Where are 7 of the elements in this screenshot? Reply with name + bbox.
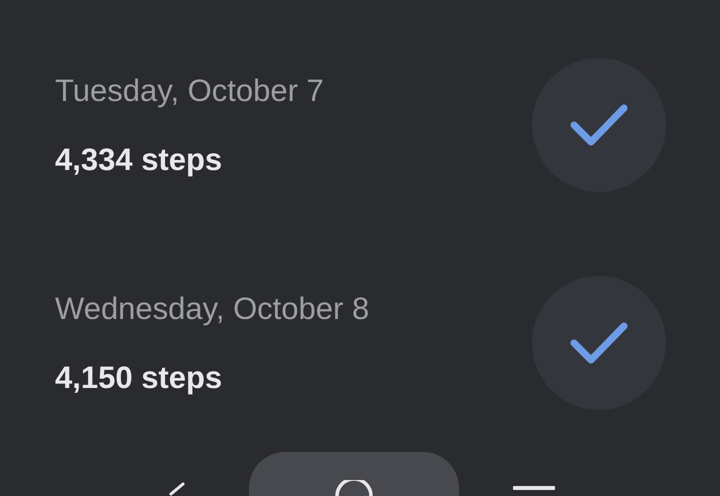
checkmark-icon (570, 321, 628, 365)
step-count: 4,334 steps (55, 140, 224, 178)
checkmark-icon (570, 103, 628, 147)
recents-icon[interactable] (513, 486, 555, 490)
day-date: Tuesday, October 7 (55, 72, 324, 110)
day-date: Wednesday, October 8 (55, 290, 370, 328)
step-count: 4,150 steps (55, 358, 224, 396)
